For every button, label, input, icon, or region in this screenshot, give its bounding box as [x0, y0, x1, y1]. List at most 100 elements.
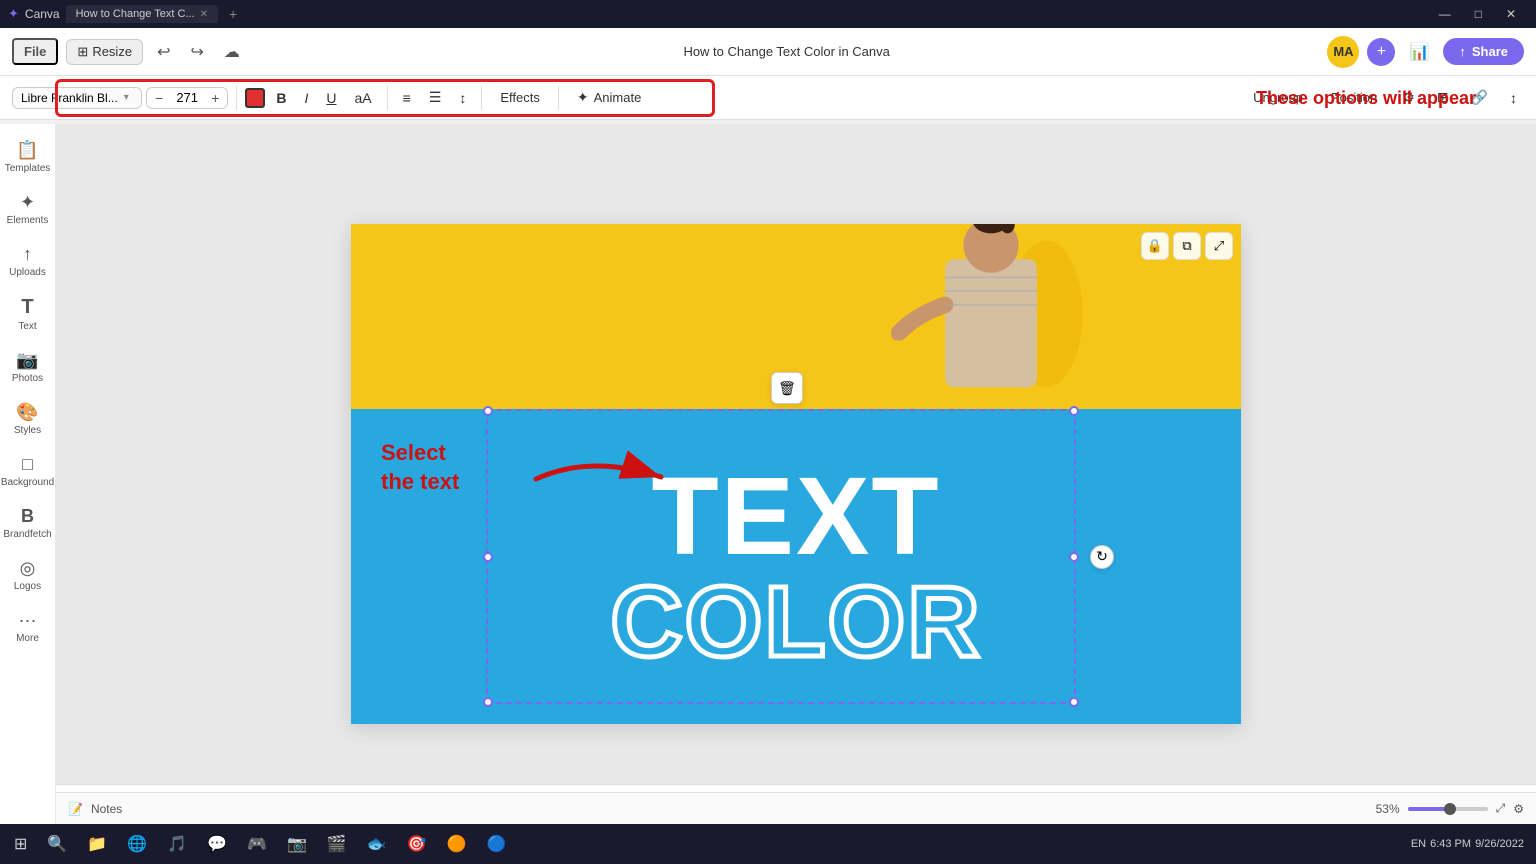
expand-element-button[interactable]: ⤢ [1205, 232, 1233, 260]
text-icon: T [21, 296, 33, 319]
minimize-button[interactable]: — [1427, 0, 1463, 28]
discord-icon: 🎮 [247, 834, 267, 854]
text-align-button[interactable]: ≡ [396, 86, 418, 110]
lock-button[interactable]: 🔒 [1141, 232, 1169, 260]
maximize-button[interactable]: □ [1463, 0, 1494, 28]
sidebar-item-photos[interactable]: 📷 Photos [3, 342, 53, 392]
background-label: Background [1, 477, 54, 488]
app-title: Canva [25, 7, 60, 21]
resize-button[interactable]: ⊞ Resize [66, 39, 143, 65]
settings-icon[interactable]: ⚙ [1513, 802, 1524, 816]
chrome-icon: 🌐 [127, 834, 147, 854]
sidebar-item-styles[interactable]: 🎨 Styles [3, 394, 53, 444]
sidebar-item-more[interactable]: ··· More [3, 602, 53, 652]
zoom-slider-thumb[interactable] [1444, 803, 1456, 815]
text-case-button[interactable]: aA [348, 86, 379, 110]
more-icon: ··· [19, 610, 37, 631]
chevron-down-icon: ▾ [124, 92, 129, 103]
file-menu-button[interactable]: File [12, 38, 58, 65]
font-size-increase-button[interactable]: + [207, 90, 223, 106]
animate-button[interactable]: ✦ Animate [567, 85, 651, 110]
sidebar-item-background[interactable]: □ Background [3, 446, 53, 496]
more-options-4[interactable]: ↕ [1503, 86, 1524, 110]
redo-button[interactable]: ↪ [184, 38, 209, 66]
window-titlebar: ✦ Canva How to Change Text C... ✕ + — □ … [0, 0, 1536, 28]
list-button[interactable]: ☰ [422, 85, 449, 110]
bold-button[interactable]: B [269, 86, 293, 110]
discord-taskbar-button[interactable]: 🎮 [237, 830, 277, 858]
templates-icon: 📋 [16, 140, 38, 161]
brandfetch-icon: B [21, 506, 34, 527]
sidebar-item-brandfetch[interactable]: B Brandfetch [3, 498, 53, 548]
font-size-input[interactable] [169, 90, 205, 105]
undo-button[interactable]: ↩ [151, 38, 176, 66]
app8-taskbar-button[interactable]: 🎬 [317, 830, 357, 858]
share-button[interactable]: ↑ Share [1443, 38, 1524, 65]
browser-taskbar-button[interactable]: 🌐 [117, 830, 157, 858]
close-button[interactable]: ✕ [1494, 0, 1528, 28]
select-text-annotation: Select the text [381, 439, 459, 496]
invite-button[interactable]: + [1367, 38, 1395, 66]
app11-taskbar-button[interactable]: 🟠 [437, 830, 477, 858]
effects-button[interactable]: Effects [490, 86, 550, 109]
canvas-blue-section: TEXT COLOR [351, 409, 1241, 724]
user-avatar[interactable]: MA [1327, 36, 1359, 68]
annotation-toolbar-text: These options will appear [1256, 76, 1476, 120]
search-taskbar-icon: 🔍 [47, 834, 67, 854]
underline-button[interactable]: U [319, 86, 343, 110]
color-word-display: COLOR [610, 572, 981, 672]
styles-icon: 🎨 [16, 402, 38, 423]
fullscreen-button[interactable]: ⤢ [1496, 801, 1506, 816]
font-family-selector[interactable]: Libre Franklin Bl... ▾ [12, 87, 142, 109]
left-sidebar: 📋 Templates ✦ Elements ↑ Uploads T Text … [0, 124, 56, 824]
copy-icon: ⧉ [1182, 238, 1191, 254]
delete-element-button[interactable]: 🗑 [771, 372, 803, 404]
logos-icon: ◎ [20, 558, 36, 579]
zoom-icon: 📷 [287, 834, 307, 854]
start-button[interactable]: ⊞ [4, 830, 37, 858]
sidebar-item-uploads[interactable]: ↑ Uploads [3, 236, 53, 286]
copy-element-button[interactable]: ⧉ [1173, 232, 1201, 260]
text-label: Text [18, 321, 36, 332]
new-tab-button[interactable]: + [224, 6, 242, 22]
file-explorer-button[interactable]: 📁 [77, 830, 117, 858]
text-color-swatch[interactable] [245, 88, 265, 108]
tab-close-icon[interactable]: ✕ [200, 9, 208, 20]
canvas-area[interactable]: TEXT COLOR 🗑 🔒 ⧉ ⤢ [56, 124, 1536, 824]
zoom-slider[interactable] [1408, 807, 1488, 811]
app12-taskbar-button[interactable]: 🔵 [477, 830, 517, 858]
font-size-decrease-button[interactable]: − [151, 90, 167, 106]
animate-icon: ✦ [577, 89, 589, 106]
folder-icon: 📁 [87, 834, 107, 854]
cloud-save-button[interactable]: ☁ [218, 38, 246, 66]
select-instruction-text: Select the text [381, 439, 459, 496]
notes-label[interactable]: Notes [91, 802, 122, 816]
app11-icon: 🟠 [447, 834, 467, 854]
sidebar-item-elements[interactable]: ✦ Elements [3, 184, 53, 234]
browser-tab[interactable]: How to Change Text C... ✕ [66, 5, 218, 23]
spotify-taskbar-button[interactable]: 🎵 [157, 830, 197, 858]
styles-label: Styles [14, 425, 41, 436]
list-icon: ☰ [429, 89, 442, 105]
analytics-button[interactable]: 📊 [1403, 38, 1435, 66]
canva-logo-icon: ✦ [8, 6, 19, 22]
search-taskbar-button[interactable]: 🔍 [37, 830, 77, 858]
tab-label: How to Change Text C... [76, 8, 195, 20]
zoom-taskbar-button[interactable]: 📷 [277, 830, 317, 858]
elements-icon: ✦ [20, 192, 35, 213]
expand-icon: ⤢ [1214, 238, 1224, 254]
sidebar-item-templates[interactable]: 📋 Templates [3, 132, 53, 182]
tray-time: 6:43 PM [1430, 838, 1471, 850]
whatsapp-taskbar-button[interactable]: 💬 [197, 830, 237, 858]
italic-button[interactable]: I [298, 86, 316, 110]
align-icon: ≡ [403, 90, 411, 106]
text-toolbar: Libre Franklin Bl... ▾ − + B I U aA ≡ ☰ … [0, 76, 1536, 120]
app10-taskbar-button[interactable]: 🎯 [397, 830, 437, 858]
trash-icon: 🗑 [778, 380, 796, 397]
spacing-button[interactable]: ↕ [452, 86, 473, 110]
app10-icon: 🎯 [407, 834, 427, 854]
sidebar-item-logos[interactable]: ◎ Logos [3, 550, 53, 600]
app9-taskbar-button[interactable]: 🐟 [357, 830, 397, 858]
tray-date: 9/26/2022 [1475, 838, 1524, 850]
sidebar-item-text[interactable]: T Text [3, 288, 53, 340]
